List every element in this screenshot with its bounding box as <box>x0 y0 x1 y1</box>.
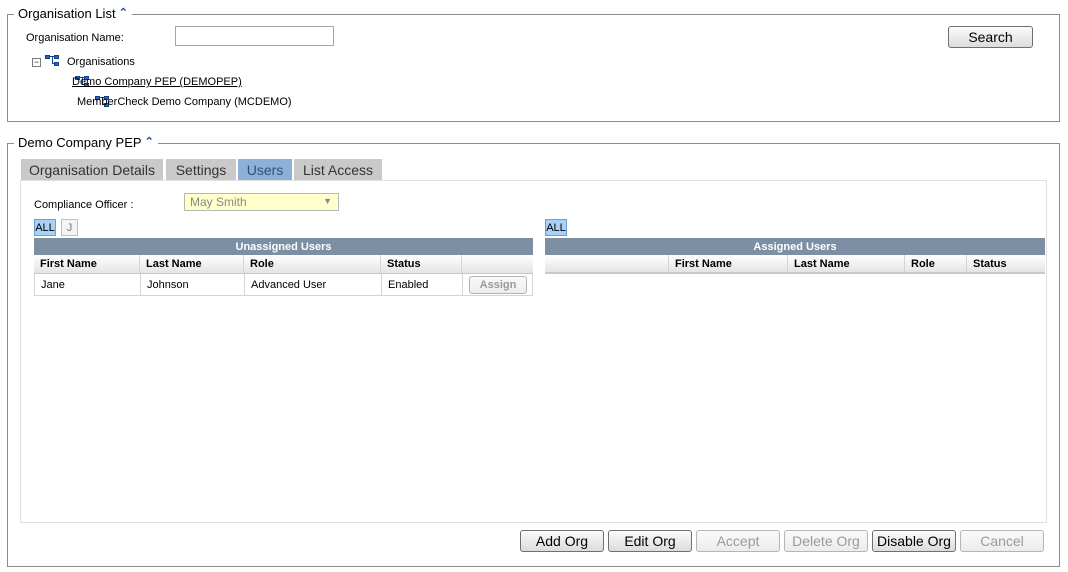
disable-org-button[interactable]: Disable Org <box>872 530 956 552</box>
column-header-last-name[interactable]: Last Name <box>788 255 905 272</box>
table-row[interactable]: Jane Johnson Advanced User Enabled Assig… <box>34 274 533 296</box>
tab-list-access[interactable]: List Access <box>294 159 384 181</box>
compliance-officer-select[interactable]: May Smith ▼ <box>184 193 339 211</box>
tree-collapse-toggle[interactable]: − <box>32 58 41 67</box>
column-header-action <box>462 255 533 273</box>
column-header-last-name[interactable]: Last Name <box>140 255 244 273</box>
edit-org-button[interactable]: Edit Org <box>608 530 692 552</box>
tab-users[interactable]: Users <box>238 159 294 181</box>
column-header-role[interactable]: Role <box>244 255 381 273</box>
column-header-status[interactable]: Status <box>967 255 1045 272</box>
add-org-button[interactable]: Add Org <box>520 530 604 552</box>
tab-organisation-details[interactable]: Organisation Details <box>21 159 165 181</box>
cell-action: Assign <box>463 274 533 295</box>
cell-last-name: Johnson <box>141 274 245 295</box>
organisation-detail-panel: Demo Company PEP ⌃ Organisation Details … <box>7 135 1060 567</box>
organisation-detail-title: Demo Company PEP <box>18 135 142 150</box>
cell-first-name: Jane <box>35 274 141 295</box>
column-header-status[interactable]: Status <box>381 255 462 273</box>
column-header-first-name[interactable]: First Name <box>34 255 140 273</box>
organisation-list-legend[interactable]: Organisation List ⌃ <box>14 6 132 21</box>
tree-root-label: Organisations <box>67 56 135 68</box>
organisation-tree-icon <box>45 55 61 67</box>
collapse-icon[interactable]: ⌃ <box>119 8 128 19</box>
assigned-users-title: Assigned Users <box>545 238 1045 255</box>
search-button[interactable]: Search <box>948 26 1033 48</box>
collapse-icon[interactable]: ⌃ <box>145 137 154 148</box>
column-header-select <box>545 255 669 272</box>
organisation-name-label: Organisation Name: <box>26 32 124 44</box>
unassigned-filter-j[interactable]: J <box>61 219 78 236</box>
cell-status: Enabled <box>382 274 463 295</box>
compliance-officer-label: Compliance Officer : <box>34 199 134 211</box>
compliance-officer-value: May Smith <box>190 195 247 209</box>
organisation-list-panel: Organisation List ⌃ Organisation Name: S… <box>7 6 1060 122</box>
organisation-detail-legend[interactable]: Demo Company PEP ⌃ <box>14 135 158 150</box>
unassigned-users-header: First Name Last Name Role Status <box>34 255 533 274</box>
organisation-list-title: Organisation List <box>18 6 116 21</box>
column-header-first-name[interactable]: First Name <box>669 255 788 272</box>
unassigned-users-title: Unassigned Users <box>34 238 533 255</box>
organisation-name-input[interactable] <box>175 26 334 46</box>
cancel-button[interactable]: Cancel <box>960 530 1044 552</box>
unassigned-filter-all[interactable]: ALL <box>34 219 56 236</box>
users-tab-panel: Compliance Officer : May Smith ▼ ALL J U… <box>20 180 1047 523</box>
tab-bar: Organisation Details Settings Users List… <box>21 159 1051 181</box>
assign-button[interactable]: Assign <box>469 275 527 294</box>
assigned-filter-all[interactable]: ALL <box>545 219 567 236</box>
cell-role: Advanced User <box>245 274 382 295</box>
tree-item-demo-company-pep[interactable]: Demo Company PEP (DEMOPEP) <box>72 76 242 88</box>
tree-item-membercheck-demo[interactable]: MemberCheck Demo Company (MCDEMO) <box>77 96 292 108</box>
delete-org-button[interactable]: Delete Org <box>784 530 868 552</box>
accept-button[interactable]: Accept <box>696 530 780 552</box>
dropdown-arrow-icon: ▼ <box>323 196 332 206</box>
assigned-users-header: First Name Last Name Role Status <box>545 255 1045 274</box>
column-header-role[interactable]: Role <box>905 255 967 272</box>
tab-settings[interactable]: Settings <box>166 159 238 181</box>
